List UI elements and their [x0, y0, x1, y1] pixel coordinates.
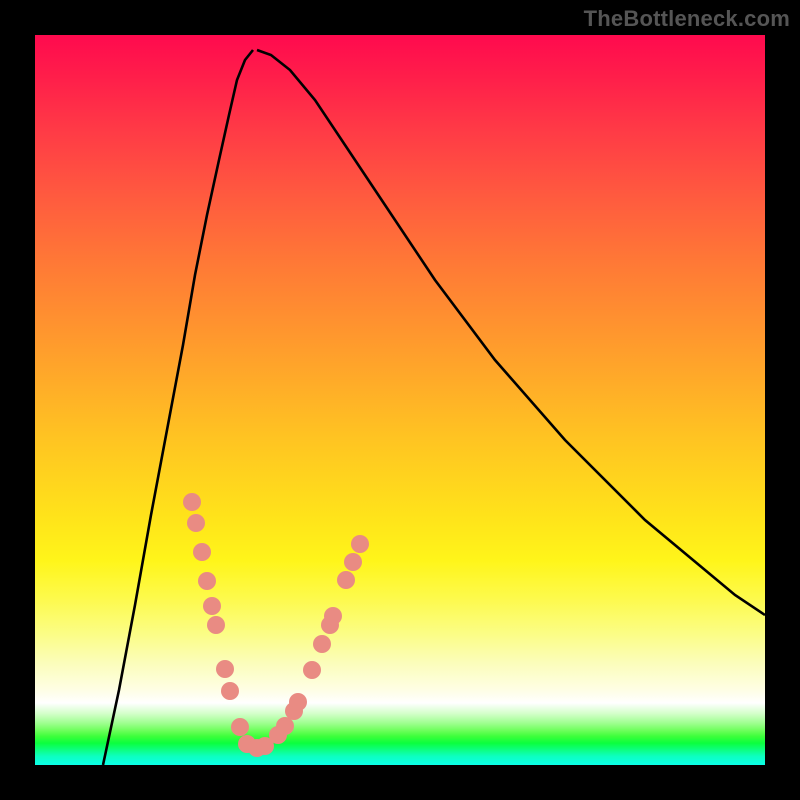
data-marker: [231, 718, 249, 736]
bottleneck-curve: [35, 35, 765, 765]
data-marker: [221, 682, 239, 700]
data-marker: [337, 571, 355, 589]
data-marker: [313, 635, 331, 653]
watermark-text: TheBottleneck.com: [584, 6, 790, 32]
data-marker: [183, 493, 201, 511]
plot-area: [35, 35, 765, 765]
data-marker: [187, 514, 205, 532]
data-marker: [276, 717, 294, 735]
data-marker: [207, 616, 225, 634]
data-marker: [303, 661, 321, 679]
data-marker: [256, 737, 274, 755]
data-marker: [193, 543, 211, 561]
data-marker: [351, 535, 369, 553]
curve-left-branch: [103, 50, 253, 765]
chart-frame: TheBottleneck.com: [0, 0, 800, 800]
data-marker: [198, 572, 216, 590]
data-marker: [324, 607, 342, 625]
data-marker: [216, 660, 234, 678]
data-marker: [289, 693, 307, 711]
curve-right-branch: [257, 50, 765, 615]
data-marker: [203, 597, 221, 615]
data-markers: [183, 493, 369, 757]
data-marker: [344, 553, 362, 571]
